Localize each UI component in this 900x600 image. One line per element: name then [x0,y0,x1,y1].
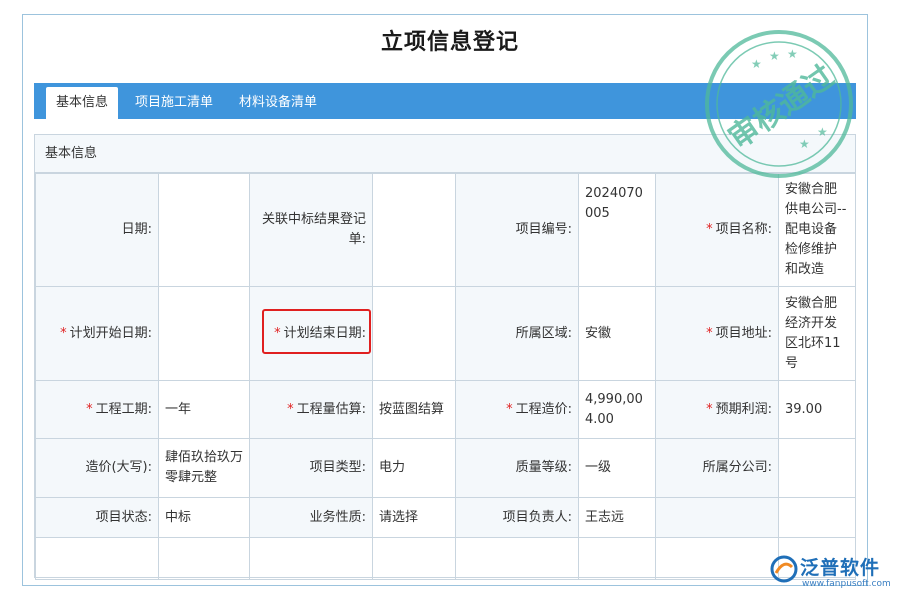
date-field[interactable] [158,173,250,287]
svg-text:★: ★ [799,137,810,151]
quality-grade-field[interactable]: 一级 [578,438,656,498]
basic-info-panel: 基本信息 日期: 关联中标结果登记单: 项目编号: 2024070005 * 项目… [34,134,856,580]
project-address-label: * 项目地址: [655,286,779,381]
empty-cell [35,537,159,580]
empty-value-cell [778,497,856,538]
project-number-label: 项目编号: [455,173,579,287]
project-cost-field[interactable]: 4,990,004.00 [578,380,656,439]
required-mark: * [706,325,713,341]
empty-cell [655,537,779,580]
date-label: 日期: [35,173,159,287]
logo-icon [770,555,798,583]
empty-cell [578,537,656,580]
form-row: * 计划开始日期: * 计划结束日期: 所属区域: 安徽 * 项目地址: 安徽合肥经济… [35,286,856,381]
plan-start-date-label: * 计划开始日期: [35,286,159,381]
branch-company-field[interactable] [778,438,856,498]
logo-name: 泛普软件 [800,557,881,579]
required-mark: * [706,401,713,417]
stamp-text: 审核通过 [722,59,840,156]
project-cost-label: * 工程造价: [455,380,579,439]
project-type-label: 项目类型: [249,438,373,498]
business-nature-select[interactable]: 请选择 [372,497,456,538]
empty-cell [455,537,579,580]
quality-grade-label: 质量等级: [455,438,579,498]
cost-in-words-label: 造价(大写): [35,438,159,498]
required-mark: * [506,401,513,417]
tab-material-equipment-list[interactable]: 材料设备清单 [230,87,326,119]
required-mark: * [60,325,67,341]
construction-period-field[interactable]: 一年 [158,380,250,439]
svg-text:★: ★ [751,57,762,71]
form-row: 日期: 关联中标结果登记单: 项目编号: 2024070005 * 项目名称: 安… [35,173,856,287]
svg-text:★: ★ [787,47,798,61]
required-mark: * [86,401,93,417]
highlight-box [262,309,371,354]
project-number-field[interactable]: 2024070005 [578,173,656,287]
brand-logo: 泛普软件 www.fanpusoft.com [770,553,895,595]
tab-construction-list[interactable]: 项目施工清单 [124,87,224,119]
empty-label-cell [655,497,779,538]
form-row: * 工程工期: 一年 * 工程量估算: 按蓝图结算 * 工程造价: 4,990,004… [35,380,856,439]
business-nature-label: 业务性质: [249,497,373,538]
project-manager-label: 项目负责人: [455,497,579,538]
project-address-field[interactable]: 安徽合肥经济开发区北环11号 [778,286,856,381]
project-type-field[interactable]: 电力 [372,438,456,498]
quantity-estimate-label: * 工程量估算: [249,380,373,439]
approved-stamp: ★ ★ ★ ★ ★ 审核通过 [705,30,853,178]
tab-basic-info[interactable]: 基本信息 [46,87,118,119]
svg-text:★: ★ [817,125,828,139]
expected-profit-label: * 预期利润: [655,380,779,439]
basic-info-table: 日期: 关联中标结果登记单: 项目编号: 2024070005 * 项目名称: 安… [35,173,856,580]
project-name-label: * 项目名称: [655,173,779,287]
required-mark: * [706,222,713,237]
region-label: 所属区域: [455,286,579,381]
plan-end-date-field[interactable] [372,286,456,381]
required-mark: * [287,401,294,417]
project-status-field[interactable]: 中标 [158,497,250,538]
plan-start-date-field[interactable] [158,286,250,381]
project-name-field[interactable]: 安徽合肥供电公司--配电设备检修维护和改造 [778,173,856,287]
cost-in-words-field[interactable]: 肆佰玖拾玖万零肆元整 [158,438,250,498]
empty-cell [158,537,250,580]
expected-profit-field[interactable]: 39.00 [778,380,856,439]
project-status-label: 项目状态: [35,497,159,538]
quantity-estimate-field[interactable]: 按蓝图结算 [372,380,456,439]
related-bid-result-label: 关联中标结果登记单: [249,173,373,287]
region-field[interactable]: 安徽 [578,286,656,381]
empty-cell [249,537,373,580]
project-manager-field[interactable]: 王志远 [578,497,656,538]
branch-company-label: 所属分公司: [655,438,779,498]
empty-row [35,537,856,580]
related-bid-result-field[interactable] [372,173,456,287]
construction-period-label: * 工程工期: [35,380,159,439]
empty-cell [372,537,456,580]
logo-url: www.fanpusoft.com [802,579,891,589]
svg-text:★: ★ [769,49,780,63]
form-row: 项目状态: 中标 业务性质: 请选择 项目负责人: 王志远 [35,497,856,538]
form-row: 造价(大写): 肆佰玖拾玖万零肆元整 项目类型: 电力 质量等级: 一级 所属分… [35,438,856,498]
